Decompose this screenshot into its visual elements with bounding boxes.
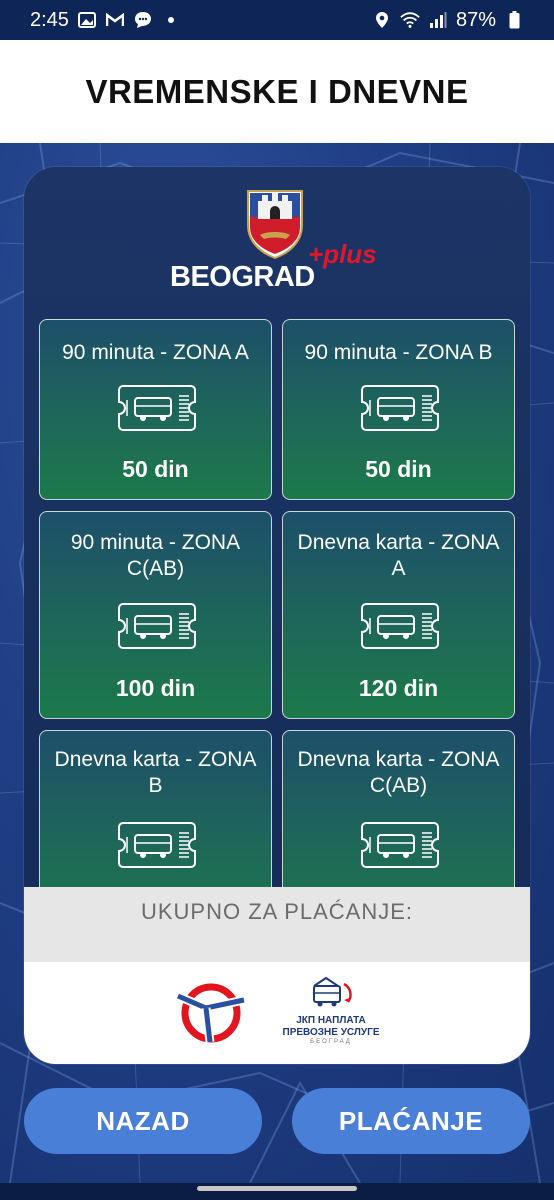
home-gesture-handle[interactable] [197,1186,357,1191]
beograd-plus-logo: BEOGRAD +plus [170,187,390,299]
ticket-title: Dnevna karta - ZONA C(AB) [297,748,500,797]
ticket-tile-90min-zona-c[interactable]: 90 minuta - ZONA C(AB) 100 din [39,511,272,719]
ticket-card: BEOGRAD +plus 90 minuta - ZONA A 50 din … [24,167,530,1064]
jkp-line-1: ЈКП НАПЛАТА [296,1015,366,1026]
gsp-logo-icon [176,983,245,1043]
ticket-tile-dnevna-zona-c[interactable]: Dnevna karta - ZONA C(AB) [282,730,515,887]
jkp-naplata-logo: ЈКП НАПЛАТА ПРЕВОЗНЕ УСЛУГЕ БЕОГРАД [276,976,386,1056]
battery-percent: 87% [455,8,496,31]
chat-icon [133,10,153,30]
ticket-price: 120 din [358,675,439,701]
ticket-tile-dnevna-zona-b[interactable]: Dnevna karta - ZONA B [39,730,272,887]
pay-button[interactable]: PLAĆANJE [292,1088,530,1154]
status-bar: 2:45 87% [0,0,554,40]
title-bar: VREMENSKE I DNEVNE [0,40,554,143]
ticket-title: Dnevna karta - ZONA B [54,748,257,797]
bus-ticket-icon [361,822,439,868]
jkp-line-2: ПРЕВОЗНЕ УСЛУГЕ [282,1027,380,1038]
partner-logos: ЈКП НАПЛАТА ПРЕВОЗНЕ УСЛУГЕ БЕОГРАД [24,962,530,1064]
ticket-title: Dnevna karta - ZONA A [297,531,500,580]
ticket-price: 50 din [365,456,432,482]
ticket-price: 100 din [115,675,196,701]
back-button[interactable]: NAZAD [24,1088,262,1154]
battery-icon [504,10,524,30]
signal-icon [428,10,448,30]
ticket-tile-dnevna-zona-a[interactable]: Dnevna karta - ZONA A 120 din [282,511,515,719]
bus-ticket-icon [361,603,439,649]
jkp-line-3: БЕОГРАД [310,1039,352,1045]
ticket-grid[interactable]: 90 minuta - ZONA A 50 din 90 minuta - ZO… [39,319,515,887]
ticket-title: 90 minuta - ZONA C(AB) [70,531,241,580]
belgrade-coat-of-arms-icon [247,190,303,259]
bus-ticket-icon [118,603,196,649]
jkp-bus-icon [313,976,352,1007]
brand-suffix: +plus [308,239,377,269]
dot-icon [161,10,181,30]
ticket-tile-90min-zona-a[interactable]: 90 minuta - ZONA A 50 din [39,319,272,500]
ticket-tile-90min-zona-b[interactable]: 90 minuta - ZONA B 50 din [282,319,515,500]
total-to-pay: UKUPNO ZA PLAĆANJE: [24,887,530,962]
gallery-icon [77,10,97,30]
ticket-title: 90 minuta - ZONA B [304,341,493,364]
bus-ticket-icon [118,385,196,431]
location-icon [372,10,392,30]
bus-ticket-icon [361,385,439,431]
wifi-icon [400,10,420,30]
bus-ticket-icon [118,822,196,868]
page-title: VREMENSKE I DNEVNE [85,72,469,110]
gmail-icon [105,10,125,30]
total-label: UKUPNO ZA PLAĆANJE: [140,899,414,924]
ticket-price: 50 din [122,456,189,482]
brand-name: BEOGRAD [170,261,315,293]
status-time: 2:45 [30,8,69,31]
ticket-title: 90 minuta - ZONA A [62,341,249,364]
